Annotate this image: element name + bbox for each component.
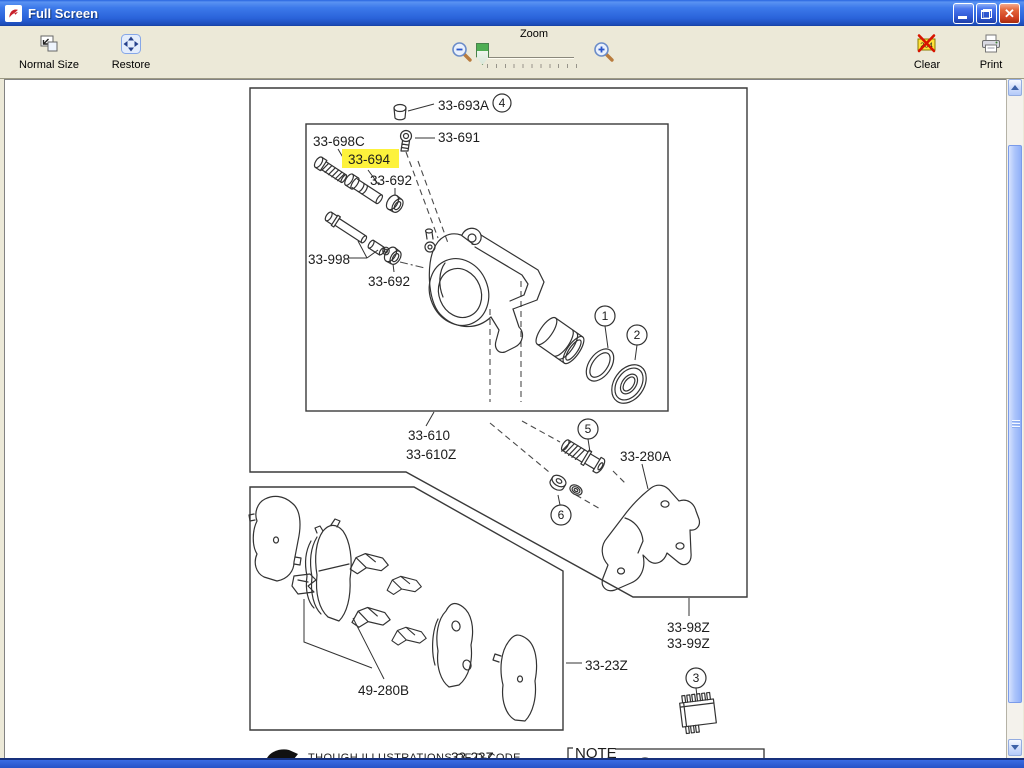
- app-window: Full Screen ✕ Normal Size Restore Zoom 2…: [0, 0, 1024, 768]
- piston-drawing: [535, 316, 585, 365]
- part-label-33-998[interactable]: 33-998: [308, 252, 350, 267]
- zoom-slider-track[interactable]: [486, 57, 574, 59]
- part-label-33-691[interactable]: 33-691: [438, 130, 480, 145]
- lock-bolt-drawing: [560, 439, 606, 474]
- washer-nut-drawing: [549, 474, 583, 496]
- pin-set-drawing: [324, 211, 390, 256]
- bushing-upper-drawing: [385, 194, 404, 213]
- callout-6: 6: [550, 504, 572, 526]
- part-label-33-280a[interactable]: 33-280A: [620, 449, 671, 464]
- svg-text:1: 1: [602, 309, 609, 323]
- window-controls: ✕: [953, 3, 1020, 24]
- scroll-down-button[interactable]: [1008, 739, 1022, 756]
- callout-2: 2: [626, 324, 648, 346]
- zoom-control-group: Zoom: [446, 27, 622, 77]
- note-box: NOTE 1 … 6 → 33-267: [567, 745, 765, 759]
- part-label-33-23z[interactable]: 33-23Z: [585, 658, 628, 673]
- zoom-in-button[interactable]: [592, 40, 616, 64]
- callout-4: 4: [492, 93, 512, 113]
- part-label-33-98z[interactable]: 33-98Z: [667, 620, 710, 635]
- normal-size-icon: [40, 35, 58, 52]
- callout-5: 5: [577, 418, 599, 440]
- wear-indicator-drawing: [679, 691, 717, 735]
- close-button[interactable]: ✕: [999, 3, 1020, 24]
- restore-view-label: Restore: [111, 59, 151, 71]
- title-bar[interactable]: Full Screen ✕: [0, 0, 1024, 26]
- leader-lines: [303, 103, 698, 697]
- part-label-33-693a[interactable]: 33-693A: [438, 98, 489, 113]
- restore-window-icon: [981, 8, 992, 19]
- callout-1: 1: [594, 305, 616, 327]
- close-icon: ✕: [1004, 6, 1015, 21]
- restore-view-button[interactable]: Restore: [100, 32, 162, 71]
- part-label-33-99z[interactable]: 33-99Z: [667, 636, 710, 651]
- svg-text:4: 4: [499, 96, 506, 110]
- callout-3: 3: [685, 667, 707, 689]
- clear-button[interactable]: 234 Clear: [898, 32, 956, 71]
- bleeder-screw-drawing: [399, 129, 413, 152]
- svg-text:2: 2: [634, 328, 641, 342]
- part-label-33-692-upper[interactable]: 33-692: [370, 173, 412, 188]
- scroll-up-icon: [1011, 81, 1019, 90]
- scroll-up-button[interactable]: [1008, 79, 1022, 96]
- zoom-label: Zoom: [519, 28, 549, 40]
- normal-size-label: Normal Size: [19, 59, 79, 71]
- print-icon: [982, 34, 1000, 53]
- scroll-down-icon: [1011, 745, 1019, 754]
- window-bottom-border: [0, 758, 1024, 768]
- clear-label: Clear: [913, 59, 941, 71]
- scrollbar-grip: [1012, 420, 1020, 429]
- part-label-33-610[interactable]: 33-610: [408, 428, 450, 443]
- caliper-drawing: [424, 227, 545, 353]
- print-button[interactable]: Print: [962, 32, 1020, 71]
- diagram-viewport[interactable]: 1 2 3 4 5 6 33-693A 33-691 33-698C 33-69…: [4, 79, 1006, 759]
- zoom-out-button[interactable]: [450, 40, 474, 64]
- part-label-33-698c[interactable]: 33-698C: [313, 134, 365, 149]
- svg-text:6: 6: [558, 508, 565, 522]
- center-dashed-line: [399, 261, 426, 269]
- scrollbar-thumb[interactable]: [1008, 145, 1022, 703]
- window-title: Full Screen: [28, 5, 99, 21]
- svg-text:3: 3: [693, 671, 700, 685]
- part-label-33-610z[interactable]: 33-610Z: [406, 447, 456, 462]
- restore-window-button[interactable]: [976, 3, 997, 24]
- svg-text:5: 5: [585, 422, 592, 436]
- toolbar: Normal Size Restore Zoom 234 Clear Print: [0, 26, 1024, 79]
- zoom-slider-thumb[interactable]: [476, 43, 489, 65]
- zoom-slider-ticks: [487, 64, 577, 68]
- part-label-33-692-lower[interactable]: 33-692: [368, 274, 410, 289]
- part-label-33-694[interactable]: 33-694: [348, 152, 391, 167]
- note-title: NOTE: [575, 745, 617, 759]
- clear-icon: 234: [917, 34, 936, 53]
- mount-bracket-drawing: [601, 484, 701, 592]
- minimize-icon: [958, 16, 967, 19]
- parts-diagram: 1 2 3 4 5 6 33-693A 33-691 33-698C 33-69…: [248, 87, 765, 759]
- vertical-scrollbar[interactable]: [1006, 79, 1023, 758]
- bleeder-cap-drawing: [393, 103, 407, 121]
- restore-view-icon: [121, 34, 141, 54]
- normal-size-button[interactable]: Normal Size: [16, 32, 82, 71]
- print-label: Print: [979, 59, 1003, 71]
- part-label-49-280b[interactable]: 49-280B: [358, 683, 409, 698]
- app-logo-icon: [5, 4, 22, 22]
- minimize-button[interactable]: [953, 3, 974, 24]
